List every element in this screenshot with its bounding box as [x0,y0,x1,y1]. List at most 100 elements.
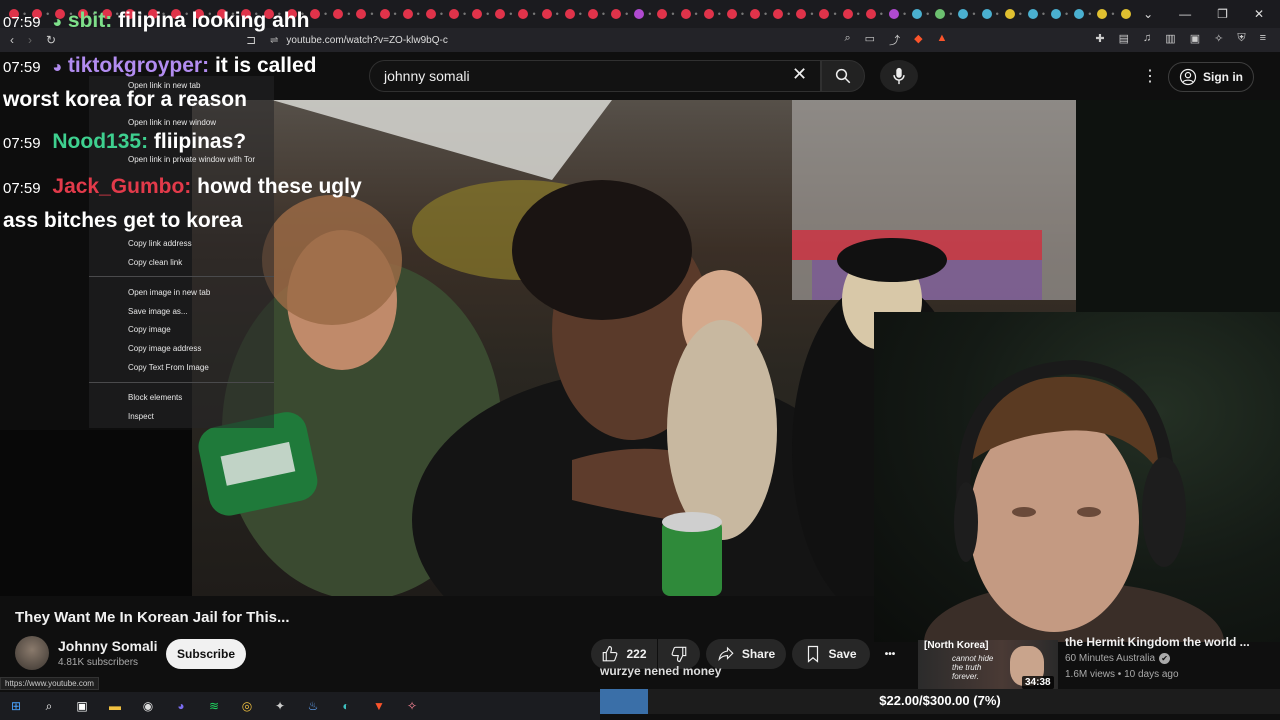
browser-tab-favicon[interactable] [703,9,714,19]
close-window-button[interactable]: ✕ [1254,7,1264,21]
browser-tab-favicon[interactable] [402,9,413,19]
browser-tab-favicon[interactable] [657,9,668,19]
browser-tab-favicon[interactable] [726,9,737,19]
browser-tab-favicon[interactable] [796,9,807,19]
obs-icon[interactable]: ◉ [138,696,158,716]
reload-icon[interactable]: ↻ [46,33,56,47]
browser-tab-favicon[interactable] [1097,9,1108,19]
search-button[interactable] [821,60,865,92]
browser-tab-favicon[interactable] [819,9,830,19]
forward-icon[interactable]: › [28,33,32,47]
browser-tab-favicon[interactable] [425,9,436,19]
search-input[interactable]: johnny somali [369,60,821,92]
extensions-icon[interactable]: ✚ [1095,32,1104,48]
browser-tab-favicon[interactable] [1027,9,1038,19]
voice-search-button[interactable] [880,60,918,92]
ctx-inspect[interactable]: Inspect [128,412,154,421]
ctx-copy-image-address[interactable]: Copy image address [128,344,201,353]
sign-in-button[interactable]: Sign in [1168,62,1254,92]
search-icon[interactable]: ⌕ [39,696,59,716]
ctx-open-image-new-tab[interactable]: Open image in new tab [128,288,210,297]
chat-username: Nood135: [52,130,149,153]
thumbnail-text: cannot hide the truth forever. [952,654,994,681]
media-icon[interactable]: ♫ [1143,32,1151,48]
browser-tab-favicon[interactable] [518,9,529,19]
browser-tab-favicon[interactable] [1051,9,1062,19]
browser-tab-favicon[interactable] [1074,9,1085,19]
like-count: 222 [626,647,647,661]
browser-tab-favicon[interactable] [495,9,506,19]
app-icon[interactable]: ✦ [270,696,290,716]
browser-tab-favicon[interactable] [935,9,946,19]
chrome-icon[interactable]: ◎ [237,696,257,716]
browser-tab-favicon[interactable] [587,9,598,19]
browser-tab-favicon[interactable] [842,9,853,19]
browser-tab-favicon[interactable] [912,9,923,19]
browser-tab-favicon[interactable] [958,9,969,19]
browser-tab-favicon[interactable] [379,9,390,19]
browser-tab-favicon[interactable] [865,9,876,19]
recommended-channel[interactable]: 60 Minutes Australia ✔ [1065,653,1171,664]
back-icon[interactable]: ‹ [10,33,14,47]
wallet-icon[interactable]: ▤ [1119,32,1129,48]
microphone-icon [893,67,905,85]
browser-tab-favicon[interactable] [1120,9,1131,19]
channel-avatar[interactable] [15,636,49,670]
browser-tab-favicon[interactable] [333,9,344,19]
chat-message: 07:59 ◕ sbit: filipina looking ahh [3,9,309,33]
bookmark-icon[interactable]: ⊐ [246,33,256,47]
ctx-copy-clean-link[interactable]: Copy clean link [128,258,182,267]
windows-start-icon[interactable]: ⊞ [6,696,26,716]
ctx-block-elements[interactable]: Block elements [128,393,182,402]
browser-tab-favicon[interactable] [356,9,367,19]
browser-tab-favicon[interactable] [888,9,899,19]
browser-tab-favicon[interactable] [1004,9,1015,19]
channel-name[interactable]: Johnny Somali [58,638,158,654]
url-text: youtube.com/watch?v=ZO-klw9bQ-c [286,34,448,46]
ctx-open-new-window[interactable]: Open link in new window [128,118,216,127]
task-view-icon[interactable]: ▣ [72,696,92,716]
ctx-copy-link-address[interactable]: Copy link address [128,239,192,248]
address-bar[interactable]: ⇌ youtube.com/watch?v=ZO-klw9bQ-c [270,31,990,49]
ctx-copy-image[interactable]: Copy image [128,325,171,334]
browser-tab-favicon[interactable] [310,9,321,19]
tab-list-button[interactable]: ⌄ [1143,7,1153,21]
vpn-icon[interactable]: ⛨ [1237,32,1245,48]
browser-tab-favicon[interactable] [472,9,483,19]
browser-tab-favicon[interactable] [611,9,622,19]
steam-icon[interactable]: ♨ [303,696,323,716]
subscribe-button[interactable]: Subscribe [166,639,246,669]
menu-icon[interactable]: ≡ [1260,32,1266,48]
recommended-title[interactable]: the Hermit Kingdom the world ... [1065,635,1250,649]
save-button[interactable]: Save [792,639,870,669]
browser-tab-favicon[interactable] [750,9,760,19]
app-icon-2[interactable]: ✧ [402,696,422,716]
donation-goal-text: $22.00/$300.00 (7%) [879,693,1001,708]
restore-button[interactable]: ❐ [1217,7,1228,21]
browser-tab-favicon[interactable] [564,9,575,19]
ctx-copy-text-from-image[interactable]: Copy Text From Image [128,363,209,372]
ctx-open-private-tor[interactable]: Open link in private window with Tor [128,155,255,164]
browser-tab-favicon[interactable] [773,9,784,19]
minimize-button[interactable]: — [1179,7,1191,21]
reading-icon[interactable]: ▣ [1190,32,1200,48]
clear-search-icon[interactable]: ✕ [792,64,807,85]
browser-tab-favicon[interactable] [680,9,691,19]
ctx-separator [89,382,274,383]
file-explorer-icon[interactable]: ▬ [105,696,125,716]
site-info-icon[interactable]: ⇌ [270,35,278,46]
more-actions-button[interactable]: ••• [874,639,906,669]
edge-icon[interactable]: ◐ [336,696,356,716]
browser-tab-favicon[interactable] [448,9,459,19]
ctx-save-image-as[interactable]: Save image as... [128,307,188,316]
leo-icon[interactable]: ✧ [1214,32,1223,48]
brave-icon[interactable]: ▼ [369,696,389,716]
discord-icon[interactable]: ◕ [171,696,191,716]
verified-icon: ✔ [1159,653,1171,664]
browser-tab-favicon[interactable] [981,9,992,19]
spotify-icon[interactable]: ≋ [204,696,224,716]
browser-tab-favicon[interactable] [541,9,552,19]
sidebar-icon[interactable]: ▥ [1165,32,1175,48]
settings-menu-icon[interactable]: ⋮ [1142,66,1158,86]
browser-tab-favicon[interactable] [634,9,645,19]
